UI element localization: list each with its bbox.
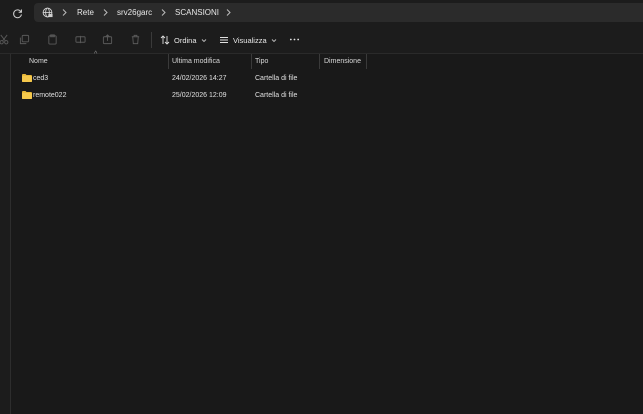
folder-icon <box>22 74 32 82</box>
navigation-pane[interactable] <box>0 54 11 414</box>
chevron-right-icon[interactable] <box>160 7 167 18</box>
column-header-size[interactable]: Dimensione <box>324 54 361 69</box>
chevron-down-icon <box>201 38 206 42</box>
view-button[interactable]: Visualizza <box>219 33 281 47</box>
chevron-down-icon <box>271 38 276 42</box>
chevron-right-icon[interactable] <box>225 7 232 18</box>
chevron-right-icon[interactable] <box>61 7 68 18</box>
table-row[interactable]: ced3 24/02/2026 14:27 Cartella di file <box>11 70 643 87</box>
delete-icon[interactable] <box>130 34 141 45</box>
column-header: ^ Nome Ultima modifica Tipo Dimensione <box>11 51 643 69</box>
column-header-modified[interactable]: Ultima modifica <box>172 54 220 69</box>
breadcrumb-server[interactable]: srv26garc <box>117 7 152 18</box>
column-header-type[interactable]: Tipo <box>255 54 268 69</box>
more-options-icon[interactable] <box>289 34 300 45</box>
file-name: remote022 <box>33 92 67 99</box>
table-row[interactable]: remote022 25/02/2026 12:09 Cartella di f… <box>11 87 643 104</box>
breadcrumb-rete[interactable]: Rete <box>77 7 94 18</box>
view-icon <box>220 37 228 43</box>
column-divider[interactable] <box>251 54 252 69</box>
file-type: Cartella di file <box>255 92 298 99</box>
sort-icon <box>160 35 170 45</box>
folder-icon <box>22 91 32 99</box>
share-icon[interactable] <box>102 34 113 45</box>
file-list: ^ Nome Ultima modifica Tipo Dimensione c… <box>11 51 643 414</box>
sort-ascending-icon: ^ <box>94 51 98 58</box>
chevron-right-icon[interactable] <box>102 7 109 18</box>
file-name: ced3 <box>33 75 49 82</box>
refresh-icon[interactable] <box>12 8 23 19</box>
view-label: Visualizza <box>233 35 267 45</box>
network-icon <box>42 7 53 18</box>
command-bar: Ordina Visualizza <box>0 27 643 54</box>
toolbar-divider <box>151 32 152 48</box>
address-bar-area: Rete srv26garc SCANSIONI <box>0 0 643 27</box>
file-modified: 24/02/2026 14:27 <box>172 75 227 82</box>
column-header-name[interactable]: Nome <box>29 54 48 69</box>
paste-icon[interactable] <box>47 34 58 45</box>
copy-icon[interactable] <box>19 34 30 45</box>
column-divider[interactable] <box>319 54 320 69</box>
column-divider[interactable] <box>366 54 367 69</box>
column-divider[interactable] <box>168 54 169 69</box>
address-bar[interactable]: Rete srv26garc SCANSIONI <box>34 3 643 22</box>
file-type: Cartella di file <box>255 75 298 82</box>
breadcrumb-scansioni[interactable]: SCANSIONI <box>175 7 219 18</box>
cut-icon[interactable] <box>0 34 9 45</box>
file-modified: 25/02/2026 12:09 <box>172 92 227 99</box>
rename-icon[interactable] <box>75 34 86 45</box>
sort-label: Ordina <box>174 35 197 45</box>
sort-button[interactable]: Ordina <box>160 33 211 47</box>
